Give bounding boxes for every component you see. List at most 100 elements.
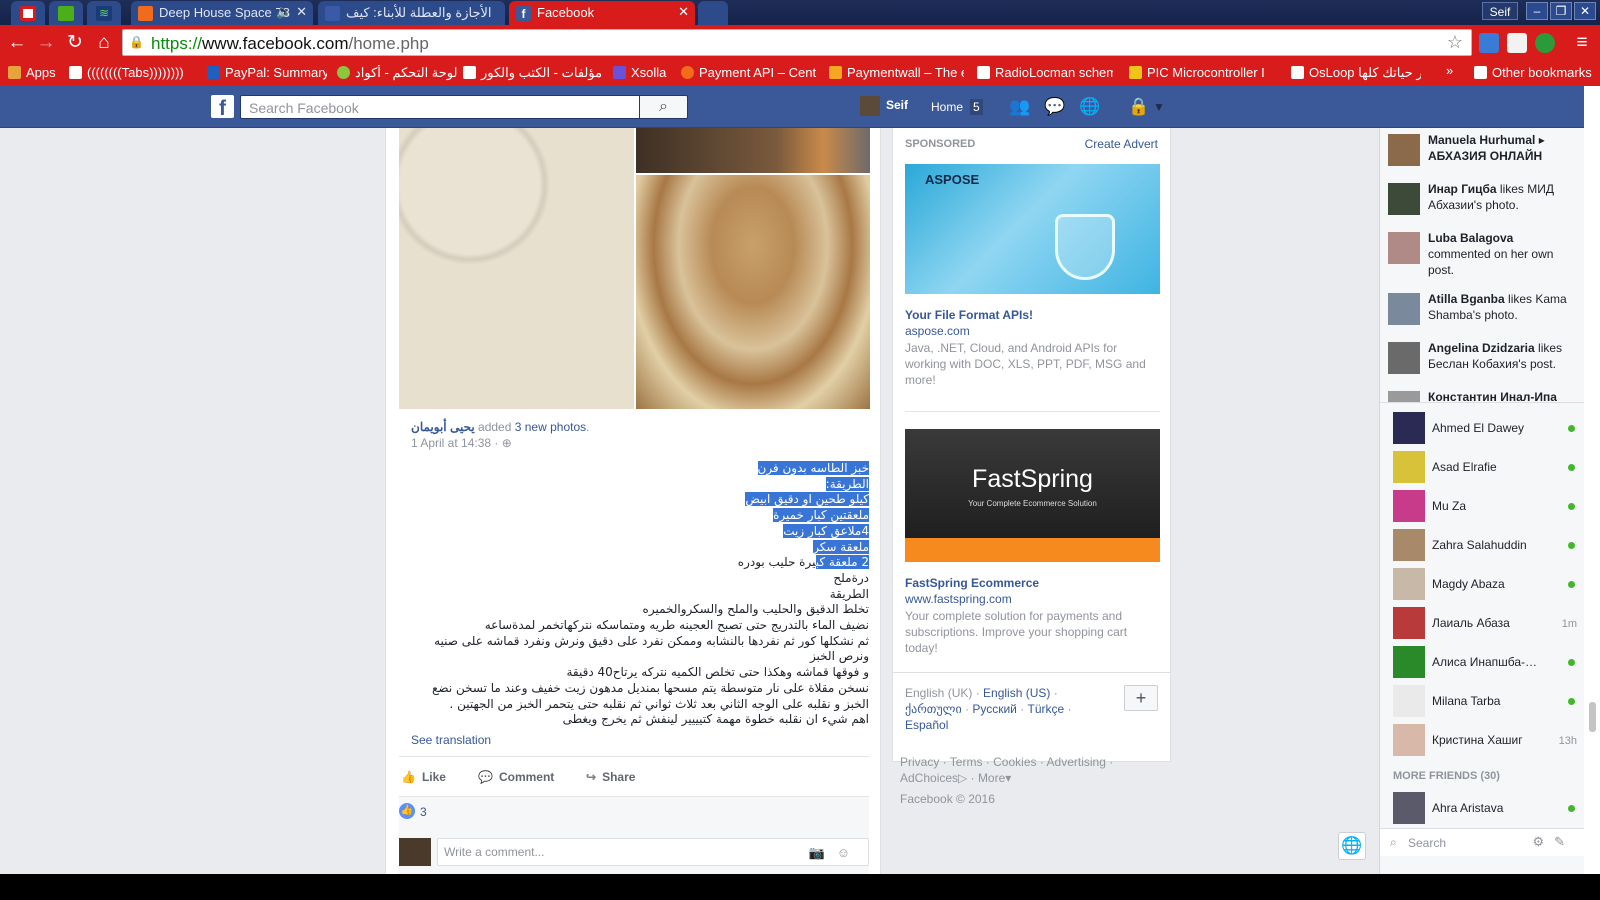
bookmark-akwad[interactable]: لوحة التحكم - أكواد	[337, 65, 457, 81]
post-photo[interactable]	[636, 128, 870, 173]
ticker-item[interactable]: Константин Инал-Ипа	[1380, 389, 1585, 402]
notifications-icon[interactable]: 🌐	[1079, 97, 1101, 117]
camera-icon[interactable]: 📷	[809, 845, 837, 860]
language-link[interactable]: Español	[905, 718, 948, 732]
address-bar[interactable]: 🔒 https://www.facebook.com/home.php ☆	[122, 29, 1472, 56]
home-link[interactable]: Home 5	[928, 99, 983, 115]
ticker-item[interactable]: Luba Balagova commented on her own post.	[1380, 230, 1585, 280]
chat-contact[interactable]: Лаиаль Абаза 1m	[1380, 603, 1585, 643]
home-icon[interactable]: ⌂	[92, 31, 116, 55]
pinned-tab[interactable]	[49, 1, 83, 25]
chat-contact[interactable]: Asad Elrafie	[1380, 447, 1585, 487]
like-summary[interactable]: 👍 3	[399, 796, 869, 832]
language-link[interactable]: English (US)	[983, 686, 1050, 700]
forward-icon[interactable]: →	[34, 31, 58, 55]
chat-contact[interactable]: Алиса Инапшба-Ка...	[1380, 642, 1585, 682]
bookmark-centili[interactable]: Payment API – Centi	[681, 65, 817, 80]
translate-extension-icon[interactable]	[1479, 33, 1499, 53]
bookmark-pic[interactable]: PIC Microcontroller I	[1129, 65, 1279, 80]
bookmark-xsolla[interactable]: Xsolla	[613, 65, 673, 80]
chat-search-input[interactable]: ⌕ Search ⚙✎	[1380, 828, 1585, 856]
bookmark-star-icon[interactable]: ☆	[1447, 32, 1463, 53]
ad-title[interactable]: FastSpring Ecommerce	[905, 576, 1039, 590]
see-translation-link[interactable]: See translation	[411, 733, 491, 747]
share-button[interactable]: ↪ Share	[586, 770, 635, 784]
ticker-item[interactable]: Manuela Hurhumal ▸ АБХАЗИЯ ОНЛАЙН	[1380, 132, 1585, 172]
language-link[interactable]: ქართული	[905, 702, 962, 716]
bookmark-other[interactable]: Other bookmarks	[1474, 65, 1599, 80]
extension-icon[interactable]	[1507, 33, 1527, 53]
footer-link[interactable]: More	[978, 771, 1005, 785]
compose-icon[interactable]: ✎	[1554, 834, 1575, 849]
footer-link[interactable]: Advertising	[1047, 755, 1106, 769]
chat-contact[interactable]: Ahmed El Dawey	[1380, 408, 1585, 448]
chat-contact[interactable]: Кристина Хашиг 13h	[1380, 720, 1585, 760]
menu-icon[interactable]: ≡	[1570, 31, 1594, 55]
footer-link[interactable]: Terms	[950, 755, 983, 769]
ticker-item[interactable]: Инар Гицба likes МИД Абхазии's photo.	[1380, 181, 1585, 221]
aspose-ad-image[interactable]: ASPOSE	[905, 164, 1160, 294]
bookmark-paymentwall[interactable]: Paymentwall – The e	[829, 65, 964, 80]
post-author-link[interactable]: يحيى أبويمان	[411, 420, 475, 434]
friend-requests-icon[interactable]: 👥	[1009, 97, 1031, 117]
ticker-item[interactable]: Angelina Dzidzaria likes Беслан Кобахия'…	[1380, 340, 1585, 380]
ticker-item[interactable]: Atilla Bganba likes Kama Shamba's photo.	[1380, 291, 1585, 331]
language-link[interactable]: Русский	[972, 702, 1017, 716]
page-scrollbar[interactable]	[1584, 86, 1600, 874]
footer-link[interactable]: Privacy	[900, 755, 939, 769]
messages-icon[interactable]: 💬	[1044, 97, 1066, 117]
globe-extension-icon[interactable]	[1535, 33, 1555, 53]
maximize-button[interactable]: ❐	[1550, 2, 1572, 20]
scrollbar-thumb[interactable]	[1589, 702, 1596, 732]
bookmarks-overflow-icon[interactable]: »	[1446, 63, 1453, 78]
search-icon[interactable]: ⌕	[640, 95, 688, 119]
profile-link[interactable]: Seif	[860, 96, 908, 118]
pinned-tab[interactable]	[11, 1, 45, 25]
comment-button[interactable]: 💬 Comment	[478, 770, 554, 784]
pinned-tab[interactable]: ≋	[87, 1, 121, 25]
bookmark-folder[interactable]: ((((((((Tabs))))))))	[69, 65, 197, 80]
footer-link[interactable]: Cookies	[993, 755, 1036, 769]
audio-icon[interactable]: 🔈 ✕	[276, 4, 307, 20]
back-icon[interactable]: ←	[5, 31, 29, 55]
globe-icon[interactable]: 🌐	[1338, 832, 1366, 860]
ad-title[interactable]: Your File Format APIs!	[905, 308, 1033, 322]
facebook-logo-icon[interactable]: f	[211, 95, 234, 120]
ad-url[interactable]: aspose.com	[905, 324, 970, 338]
like-button[interactable]: 👍 Like	[401, 770, 446, 784]
minimize-button[interactable]: –	[1526, 2, 1548, 20]
facebook-search-input[interactable]: Search Facebook	[240, 95, 640, 119]
chat-contact[interactable]: Milana Tarba	[1380, 681, 1585, 721]
bookmark-books[interactable]: مؤلفات - الكتب والكور	[463, 65, 601, 81]
profile-badge[interactable]: Seif	[1482, 2, 1518, 20]
bookmark-osloop[interactable]: OsLoop خبر حياتك كلها	[1291, 65, 1421, 81]
post-timestamp[interactable]: 1 April at 14:38 · ⊕	[411, 436, 512, 450]
privacy-lock-icon[interactable]: 🔒	[1128, 97, 1149, 117]
language-link[interactable]: Türkçe	[1028, 702, 1065, 716]
bookmark-paypal[interactable]: PayPal: Summary	[207, 65, 327, 80]
chat-contact[interactable]: Ahra Aristava	[1380, 788, 1585, 828]
tab-deep-house[interactable]: Deep House Space 78 🔈 ✕	[131, 1, 313, 25]
close-window-button[interactable]: ✕	[1574, 2, 1596, 20]
create-advert-link[interactable]: Create Advert	[1085, 137, 1158, 151]
account-menu-chevron-icon[interactable]: ▼	[1150, 100, 1168, 120]
chat-contact[interactable]: Magdy Abaza	[1380, 564, 1585, 604]
comment-input[interactable]: Write a comment... 📷☺	[437, 838, 869, 866]
bookmark-apps[interactable]: Apps	[8, 65, 63, 80]
new-tab-button[interactable]	[698, 1, 728, 25]
reload-icon[interactable]: ↻	[63, 31, 87, 55]
tab-facebook[interactable]: f Facebook ✕	[509, 1, 695, 25]
bookmark-radiolocman[interactable]: RadioLocman schem	[977, 65, 1113, 80]
ad-url[interactable]: www.fastspring.com	[905, 592, 1012, 606]
photos-link[interactable]: 3 new photos	[515, 420, 586, 434]
more-languages-button[interactable]: +	[1124, 685, 1158, 711]
footer-link[interactable]: AdChoices	[900, 771, 958, 785]
emoji-icon[interactable]: ☺	[837, 845, 862, 860]
post-photo[interactable]	[399, 128, 634, 409]
post-photo[interactable]	[636, 175, 870, 409]
chat-contact[interactable]: Mu Za	[1380, 486, 1585, 526]
tab-arabic-article[interactable]: الأجازة والعطلة للأبناء: كيف	[318, 1, 505, 25]
close-tab-icon[interactable]: ✕	[678, 4, 689, 20]
fastspring-ad-image[interactable]: FastSpring Your Complete Ecommerce Solut…	[905, 429, 1160, 562]
chat-contact[interactable]: Zahra Salahuddin	[1380, 525, 1585, 565]
